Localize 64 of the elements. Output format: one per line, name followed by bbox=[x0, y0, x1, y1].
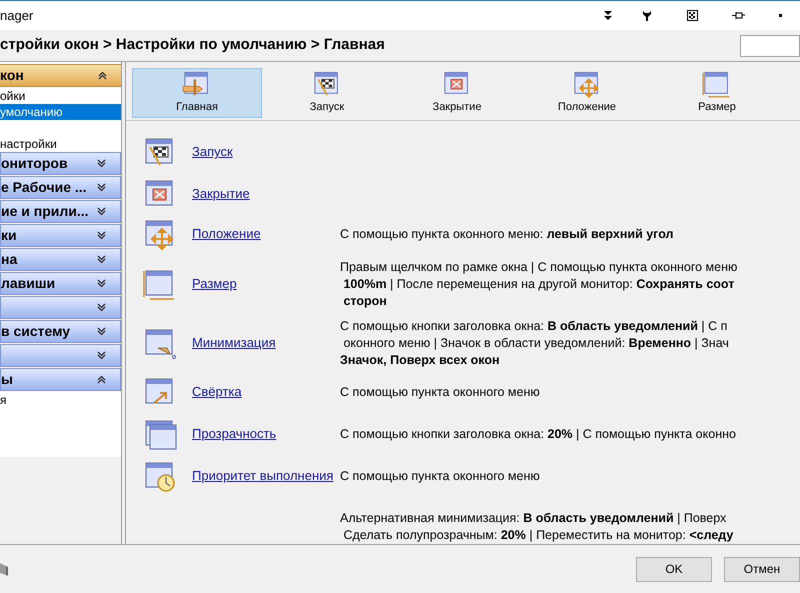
description-line: оконного меню | Значок в области уведомлений: Временно | Знач bbox=[342, 334, 729, 352]
panel-header[interactable]: ы bbox=[0, 368, 121, 391]
description-line: сторон bbox=[342, 292, 388, 310]
link[interactable]: Запуск bbox=[192, 144, 233, 159]
panel-title: лавиши bbox=[1, 274, 56, 293]
description-line: С помощью пункта оконного меню: левый верхний угол bbox=[340, 226, 674, 242]
tab[interactable]: Закрытие bbox=[392, 68, 522, 118]
book-icon bbox=[0, 561, 8, 577]
description-line: Правым щелчком по рамке окна | С помощью пункта оконного меню bbox=[340, 258, 738, 276]
dialog-button[interactable]: OK bbox=[636, 556, 712, 582]
collapse-icon[interactable] bbox=[97, 375, 106, 384]
panel-header[interactable]: ониторов bbox=[0, 152, 121, 175]
panel-title: кон bbox=[0, 66, 24, 85]
panel-title: ки bbox=[1, 226, 17, 245]
dialog-button[interactable]: Отмен bbox=[724, 556, 800, 582]
panel-title: ониторов bbox=[1, 154, 68, 173]
expand-icon[interactable] bbox=[97, 279, 106, 288]
link[interactable]: Свёртка bbox=[192, 384, 242, 399]
description-line: Сделать полупрозрачным: 20% | Переместить на монитор: <следу bbox=[342, 527, 734, 544]
expand-icon[interactable] bbox=[97, 327, 106, 336]
panel-header[interactable]: ие и прили... bbox=[0, 200, 121, 223]
panel-title: ие и прили... bbox=[1, 202, 89, 221]
expand-icon[interactable] bbox=[97, 159, 106, 168]
link[interactable]: Закрытие bbox=[192, 186, 250, 201]
expand-icon[interactable] bbox=[97, 183, 106, 192]
expand-icon[interactable] bbox=[97, 207, 106, 216]
link[interactable]: Положение bbox=[192, 226, 261, 241]
panel-header[interactable]: ки bbox=[0, 224, 121, 247]
description-line: Альтернативная минимизация: В область уведомлений | Поверх bbox=[340, 510, 728, 527]
description-line: Значок, Поверх всех окон bbox=[340, 352, 501, 368]
expand-icon[interactable] bbox=[97, 303, 106, 312]
sidebar-item[interactable]: ойки bbox=[0, 88, 121, 104]
breadcrumb: стройки окон > Настройки по умолчанию > Главная bbox=[0, 35, 385, 56]
tab[interactable]: Запуск bbox=[262, 68, 392, 118]
link[interactable]: Приоритет выполнения bbox=[192, 468, 334, 483]
sidebar-item[interactable]: настройки bbox=[0, 136, 121, 152]
panel-header[interactable]: кон bbox=[0, 64, 121, 87]
description-line: С помощью пункта оконного меню bbox=[340, 468, 540, 484]
tab[interactable]: Размер bbox=[652, 68, 782, 118]
panel-header[interactable]: в систему bbox=[0, 320, 121, 343]
expand-icon[interactable] bbox=[97, 255, 106, 264]
panel-title: на bbox=[1, 250, 18, 269]
window-title: nager bbox=[0, 6, 34, 25]
link[interactable]: Прозрачность bbox=[192, 426, 276, 441]
tab[interactable]: Положение bbox=[522, 68, 652, 118]
expand-icon[interactable] bbox=[97, 351, 106, 360]
panel-header[interactable]: лавиши bbox=[0, 272, 121, 295]
link[interactable]: Размер bbox=[192, 276, 237, 291]
search-field[interactable] bbox=[740, 34, 800, 56]
sidebar-item[interactable]: я bbox=[0, 392, 121, 408]
link[interactable]: Минимизация bbox=[192, 335, 276, 350]
panel-title: в систему bbox=[1, 322, 70, 341]
sidebar-item[interactable]: умолчанию bbox=[0, 104, 121, 120]
description-line: 100%m | После перемещения на другой монитор: Сохранять соот bbox=[342, 276, 736, 292]
description-line: С помощью пункта оконного меню bbox=[340, 384, 540, 400]
expand-icon[interactable] bbox=[97, 231, 106, 240]
tab[interactable]: Главная bbox=[132, 68, 262, 118]
panel-header[interactable]: на bbox=[0, 248, 121, 271]
description-line: С помощью кнопки заголовка окна: 20% | С помощью пункта оконно bbox=[340, 426, 736, 442]
collapse-icon[interactable] bbox=[98, 71, 107, 80]
panel-header[interactable]: е Рабочие ... bbox=[0, 176, 121, 199]
panel-title: е Рабочие ... bbox=[1, 178, 87, 197]
description-line: С помощью кнопки заголовка окна: В область уведомлений | С п bbox=[340, 318, 728, 334]
panel-title: ы bbox=[1, 370, 13, 389]
